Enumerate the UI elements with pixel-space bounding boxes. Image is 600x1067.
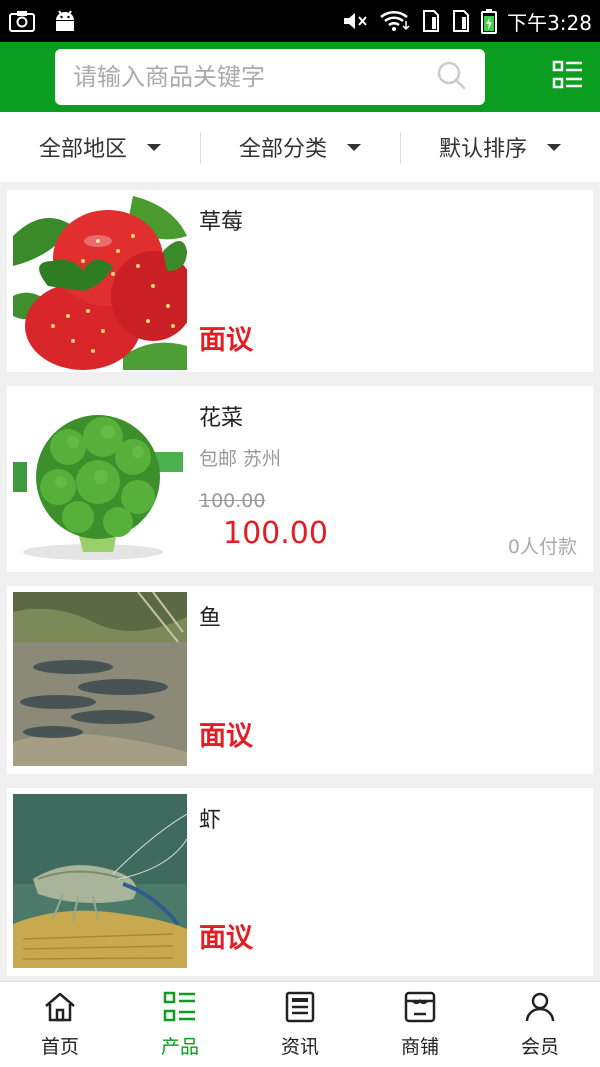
product-card[interactable]: 花菜 包邮 苏州 100.00 100.00 0人付款 — [7, 386, 593, 572]
product-card[interactable]: 鱼 面议 — [7, 586, 593, 774]
sim1-icon — [421, 9, 441, 33]
category-menu-icon — [552, 59, 584, 95]
news-icon — [283, 991, 317, 1028]
price-negotiable: 面议 — [199, 325, 253, 356]
mute-icon — [341, 9, 369, 33]
filter-bar: 全部地区 全部分类 默认排序 — [0, 112, 600, 182]
filter-region-label: 全部地区 — [38, 137, 127, 162]
app-header — [0, 42, 600, 112]
caret-down-icon — [547, 143, 561, 151]
search-input[interactable] — [73, 63, 435, 91]
filter-category-label: 全部分类 — [238, 137, 327, 162]
price-negotiable: 面议 — [199, 923, 253, 954]
home-icon — [43, 991, 77, 1028]
category-menu-button[interactable] — [550, 59, 586, 95]
filter-sort-label: 默认排序 — [438, 137, 527, 162]
nav-products-label: 产品 — [160, 1035, 199, 1058]
product-grid-icon — [163, 991, 197, 1028]
product-image-shrimp[interactable] — [13, 794, 187, 968]
wifi-icon — [379, 9, 411, 33]
filter-region[interactable]: 全部地区 — [0, 112, 200, 182]
nav-shop-label: 商铺 — [400, 1035, 439, 1058]
bottom-navigation: 首页 产品 资讯 商铺 会员 — [0, 981, 600, 1067]
nav-products[interactable]: 产品 — [120, 982, 240, 1067]
product-title: 虾 — [199, 808, 222, 833]
product-image-broccoli[interactable] — [13, 392, 187, 566]
product-card[interactable]: 虾 面议 — [7, 788, 593, 976]
android-icon — [52, 9, 78, 33]
product-image-fish[interactable] — [13, 592, 187, 766]
price-negotiable: 面议 — [199, 721, 253, 752]
nav-news[interactable]: 资讯 — [240, 982, 360, 1067]
search-icon[interactable] — [435, 59, 467, 95]
product-title: 鱼 — [199, 606, 222, 631]
member-icon — [523, 991, 557, 1028]
screenshot-icon — [8, 9, 36, 33]
product-title: 草莓 — [199, 210, 244, 235]
search-box[interactable] — [55, 49, 485, 105]
paid-count: 0人付款 — [507, 536, 577, 558]
nav-shop[interactable]: 商铺 — [360, 982, 480, 1067]
caret-down-icon — [147, 143, 161, 151]
product-image-strawberry[interactable] — [13, 196, 187, 370]
nav-member[interactable]: 会员 — [480, 982, 600, 1067]
clock: 下午3:28 — [507, 10, 592, 35]
product-card[interactable]: 草莓 面议 — [7, 190, 593, 372]
filter-category[interactable]: 全部分类 — [200, 112, 400, 182]
current-price: 100.00 — [223, 516, 328, 551]
sim2-icon — [451, 9, 471, 33]
nav-member-label: 会员 — [520, 1035, 559, 1058]
product-title: 花菜 — [199, 406, 244, 431]
nav-news-label: 资讯 — [280, 1035, 319, 1058]
original-price: 100.00 — [199, 490, 266, 512]
nav-home[interactable]: 首页 — [0, 982, 120, 1067]
status-bar: 下午3:28 — [0, 0, 600, 42]
filter-sort[interactable]: 默认排序 — [400, 112, 600, 182]
caret-down-icon — [347, 143, 361, 151]
battery-icon — [481, 8, 498, 34]
nav-home-label: 首页 — [40, 1035, 79, 1058]
product-shipping-location: 包邮 苏州 — [199, 448, 282, 470]
shop-icon — [403, 991, 437, 1028]
